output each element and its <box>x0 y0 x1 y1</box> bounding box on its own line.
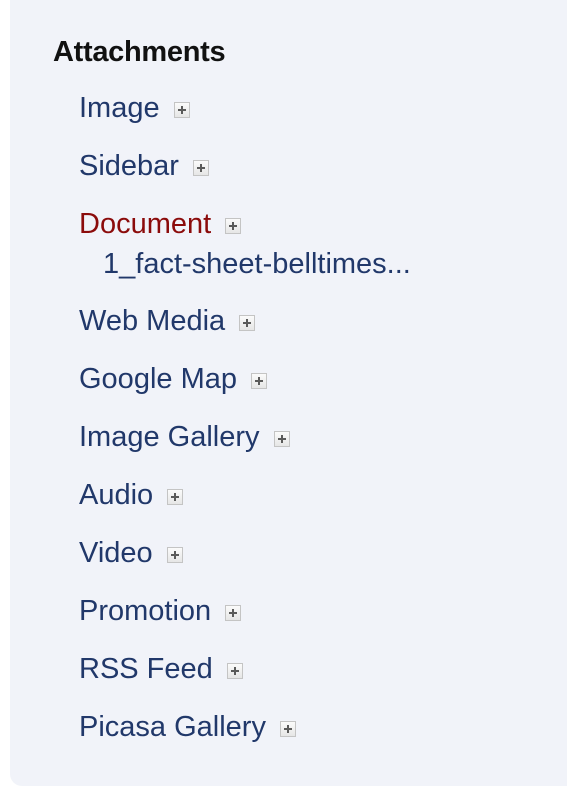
attachment-item-sidebar[interactable]: Sidebar <box>79 146 411 186</box>
attachment-item-audio[interactable]: Audio <box>79 475 411 515</box>
add-icon[interactable] <box>225 218 242 234</box>
attachment-item-label[interactable]: Sidebar <box>79 146 179 186</box>
document-files: 1_fact-sheet-belltimes... <box>79 244 411 284</box>
attachment-item-label[interactable]: Document <box>79 204 211 244</box>
attachment-item-label[interactable]: Image Gallery <box>79 417 260 457</box>
add-icon[interactable] <box>167 489 184 505</box>
attachment-item-image[interactable]: Image <box>79 88 411 128</box>
add-icon[interactable] <box>192 160 209 176</box>
add-icon[interactable] <box>239 315 256 331</box>
attachments-panel: Attachments Image Sidebar Document 1_fac… <box>10 0 567 786</box>
add-icon[interactable] <box>166 547 183 563</box>
attachment-item-document[interactable]: Document <box>79 204 411 244</box>
attachment-item-web-media[interactable]: Web Media <box>79 301 411 341</box>
attachment-type-list: Image Sidebar Document 1_fact-sheet-bell… <box>79 88 411 765</box>
add-icon[interactable] <box>251 373 267 389</box>
add-icon[interactable] <box>279 721 296 737</box>
attachment-item-label[interactable]: Picasa Gallery <box>79 707 266 747</box>
attachment-item-label[interactable]: Web Media <box>79 301 225 341</box>
attachment-item-label[interactable]: Promotion <box>79 591 211 631</box>
attachment-item-label[interactable]: Image <box>79 88 160 128</box>
add-icon[interactable] <box>226 663 243 679</box>
document-file-link[interactable]: 1_fact-sheet-belltimes... <box>79 244 411 284</box>
attachment-item-promotion[interactable]: Promotion <box>79 591 411 631</box>
panel-title: Attachments <box>53 36 226 68</box>
attachment-item-label[interactable]: Video <box>79 533 153 573</box>
attachment-item-label[interactable]: RSS Feed <box>79 649 213 689</box>
attachment-item-google-map[interactable]: Google Map <box>79 359 411 399</box>
attachment-item-label[interactable]: Audio <box>79 475 153 515</box>
add-icon[interactable] <box>273 431 290 447</box>
document-file-list: 1_fact-sheet-belltimes... <box>79 244 411 284</box>
attachment-item-label[interactable]: Google Map <box>79 359 237 399</box>
add-icon[interactable] <box>225 605 242 621</box>
attachment-item-rss-feed[interactable]: RSS Feed <box>79 649 411 689</box>
attachment-item-image-gallery[interactable]: Image Gallery <box>79 417 411 457</box>
add-icon[interactable] <box>173 102 190 118</box>
attachment-item-video[interactable]: Video <box>79 533 411 573</box>
attachment-item-picasa-gallery[interactable]: Picasa Gallery <box>79 707 411 747</box>
